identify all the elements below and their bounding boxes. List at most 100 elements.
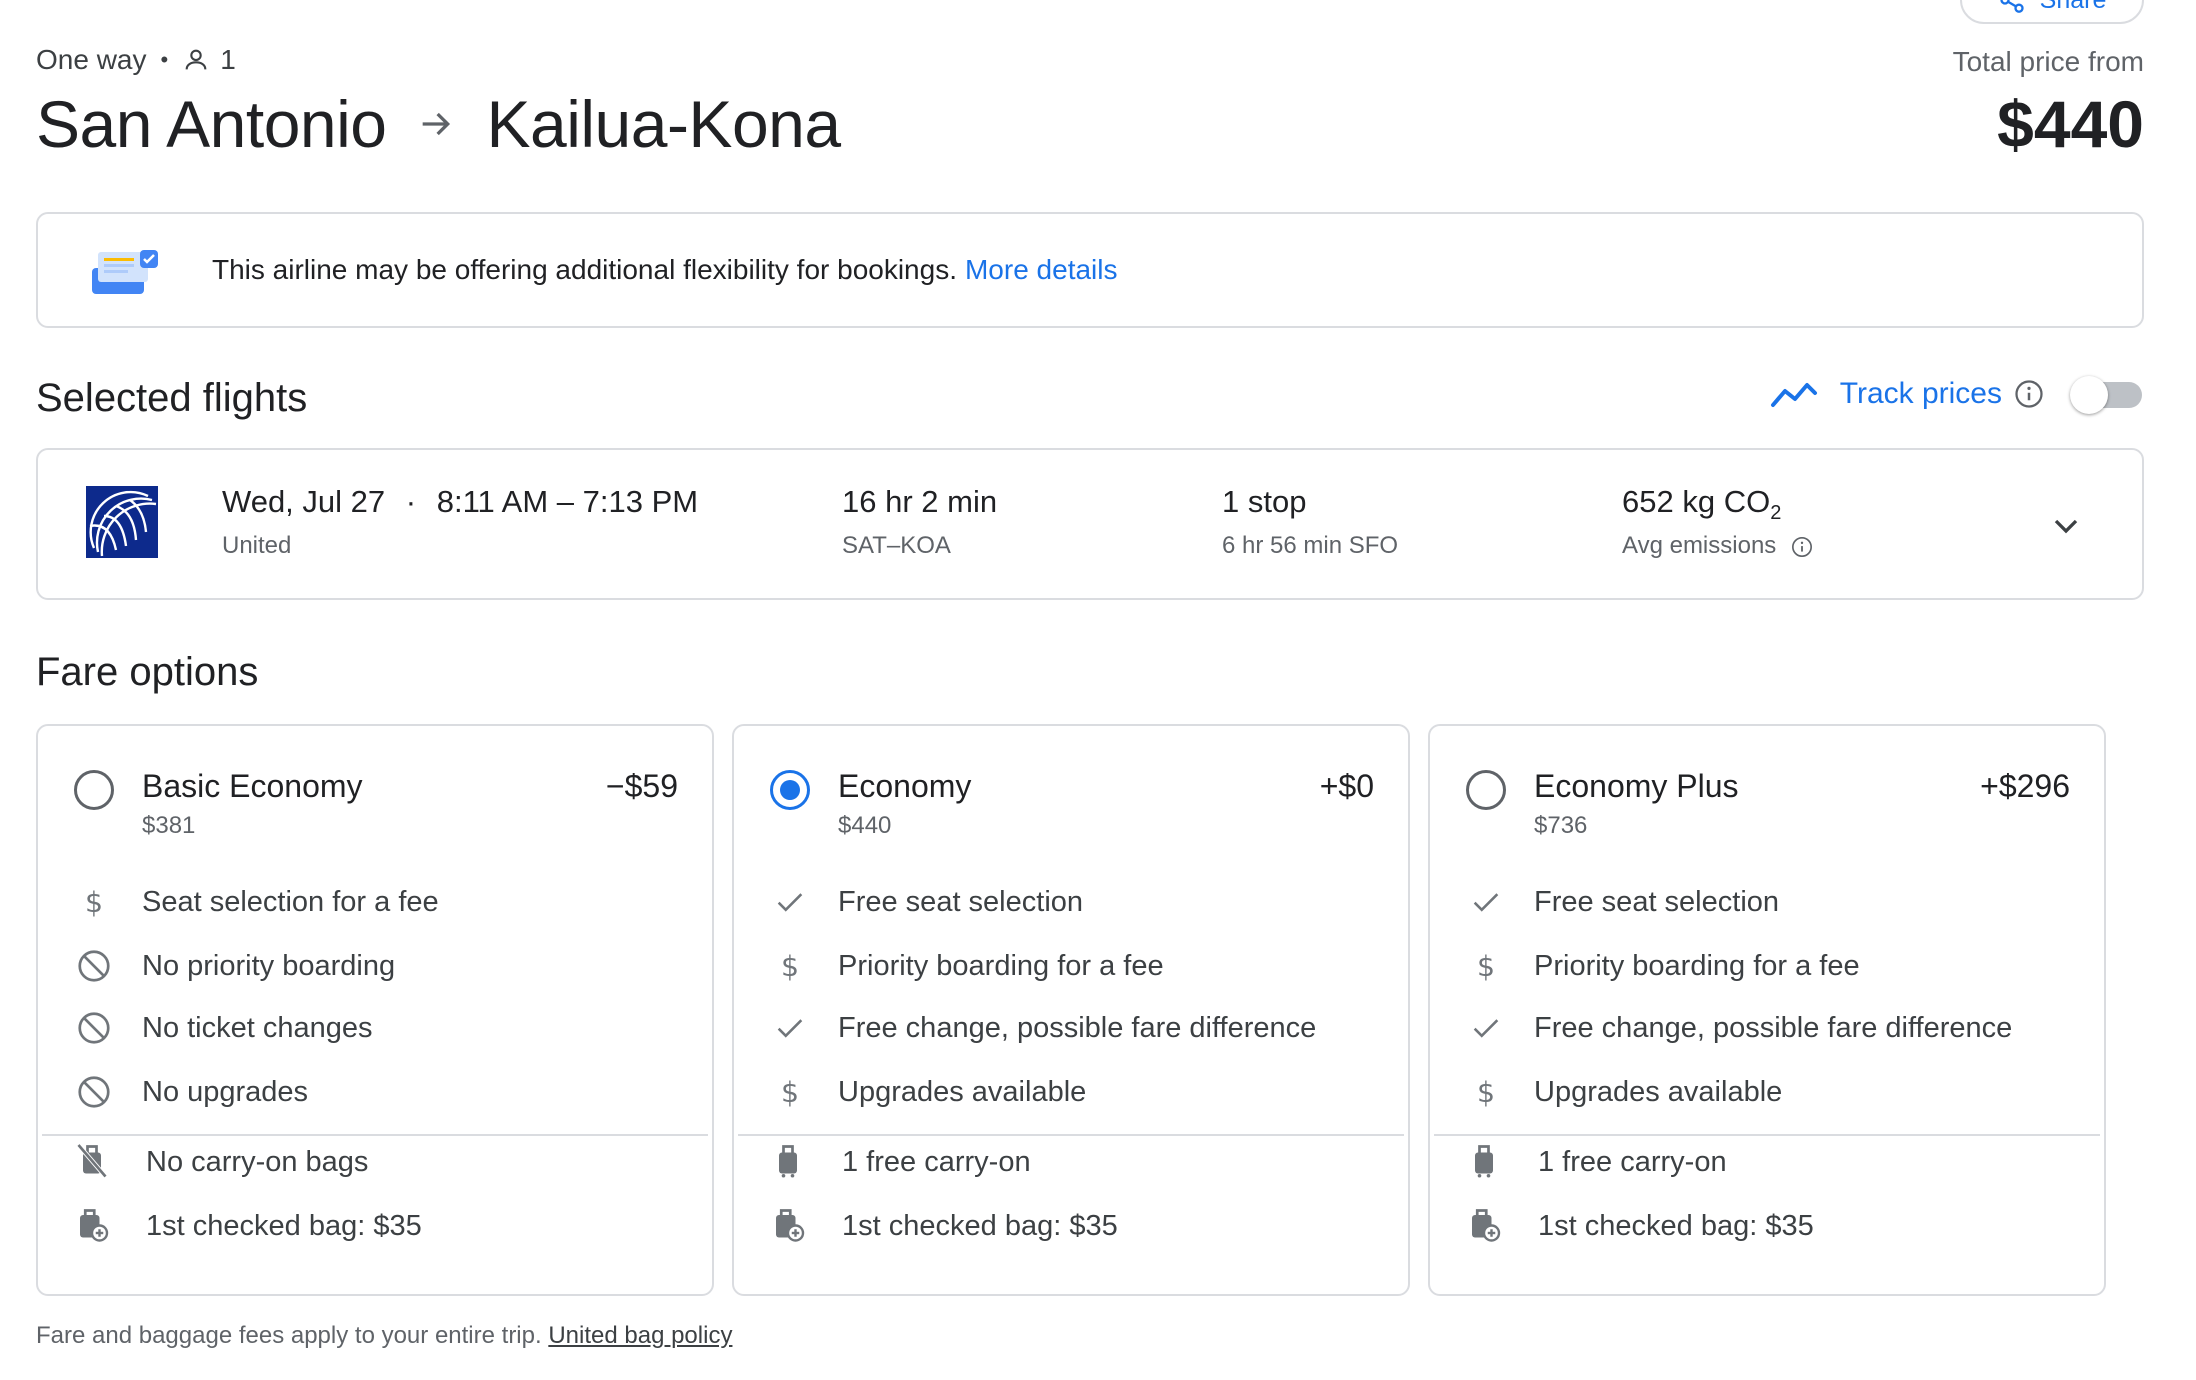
footer-note: Fare and baggage fees apply to your enti…: [36, 1322, 732, 1350]
footer-text: Fare and baggage fees apply to your enti…: [36, 1322, 542, 1349]
fare-radio[interactable]: [74, 770, 114, 810]
fare-options-heading: Fare options: [36, 650, 259, 694]
info-icon[interactable]: [2014, 379, 2044, 409]
dollar-icon: $: [770, 946, 810, 986]
separator-dot: •: [160, 47, 169, 72]
dollar-icon: $: [770, 1072, 810, 1112]
flexibility-banner: This airline may be offering additional …: [36, 212, 2144, 328]
fare-feature: Free seat selection: [1466, 882, 1779, 922]
fare-name: Economy Plus: [1534, 768, 1739, 804]
fare-feature: $ Upgrades available: [1466, 1072, 1782, 1112]
fare-feature-text: Free seat selection: [1534, 885, 1780, 918]
fare-feature-text: Upgrades available: [838, 1075, 1087, 1108]
fare-radio[interactable]: [770, 770, 810, 810]
airline-name: United: [222, 532, 292, 559]
baggage-text: 1 free carry-on: [842, 1145, 1031, 1178]
route-title: San Antonio Kailua-Kona: [36, 86, 841, 162]
destination-city: Kailua-Kona: [486, 87, 841, 161]
bag-policy-link[interactable]: United bag policy: [548, 1322, 732, 1349]
fare-feature-text: No ticket changes: [142, 1011, 373, 1044]
baggage-item: 1 free carry-on: [770, 1142, 1031, 1182]
fare-feature: $ Priority boarding for a fee: [770, 946, 1164, 986]
selected-flights-heading: Selected flights: [36, 376, 308, 420]
fare-price-difference: +$0: [1319, 768, 1374, 804]
carry-on-icon: [770, 1142, 810, 1182]
fare-feature-text: Priority boarding for a fee: [838, 949, 1164, 982]
emissions-label-wrap: Avg emissions: [1622, 532, 1813, 560]
flight-date: Wed, Jul 27: [222, 484, 386, 519]
check-icon: [770, 882, 810, 922]
fare-feature: $ Seat selection for a fee: [74, 882, 439, 922]
united-logo-icon: [86, 486, 158, 558]
baggage-text: 1 free carry-on: [1538, 1145, 1727, 1178]
baggage-item: 1 free carry-on: [1466, 1142, 1727, 1182]
fare-feature: $ Priority boarding for a fee: [1466, 946, 1860, 986]
divider: [1434, 1134, 2100, 1136]
fare-feature-text: No priority boarding: [142, 949, 396, 982]
share-label: Share: [2040, 0, 2107, 15]
fare-name: Basic Economy: [142, 768, 363, 804]
check-icon: [1466, 1008, 1506, 1048]
fare-feature: No upgrades: [74, 1072, 308, 1112]
baggage-text: 1st checked bag: $35: [1538, 1209, 1814, 1242]
check-icon: [770, 1008, 810, 1048]
checked-bag-icon: [770, 1206, 810, 1246]
fare-price: $440: [838, 812, 892, 839]
fare-feature: Free seat selection: [770, 882, 1083, 922]
dollar-icon: $: [1466, 1072, 1506, 1112]
arrow-right-icon: [423, 112, 451, 136]
fare-price-difference: +$296: [1980, 768, 2070, 804]
track-prices-label[interactable]: Track prices: [1840, 377, 2002, 411]
check-icon: [1466, 882, 1506, 922]
baggage-text: No carry-on bags: [146, 1145, 369, 1178]
fare-card[interactable]: Economy $440 +$0 Free seat selection $ Pri…: [732, 724, 1410, 1296]
svg-text:$: $: [1477, 950, 1495, 983]
divider: [738, 1134, 1404, 1136]
person-icon: [185, 49, 207, 70]
fare-feature-text: Priority boarding for a fee: [1534, 949, 1860, 982]
share-icon: [1999, 0, 2024, 13]
share-button[interactable]: Share: [1960, 0, 2144, 24]
total-price: $440: [1997, 87, 2144, 161]
checked-bag-icon: [1466, 1206, 1506, 1246]
fare-card[interactable]: Basic Economy $381 −$59 $ Seat selection f…: [36, 724, 714, 1296]
fare-feature: No ticket changes: [74, 1008, 373, 1048]
block-icon: [74, 1072, 114, 1112]
fare-card[interactable]: Economy Plus $736 +$296 Free seat selectio…: [1428, 724, 2106, 1296]
ticket-flex-icon: [92, 250, 158, 294]
baggage-item: 1st checked bag: $35: [1466, 1206, 1814, 1246]
trending-up-icon: [1770, 383, 1817, 407]
fare-price-difference: −$59: [605, 768, 678, 804]
fare-radio[interactable]: [1466, 770, 1506, 810]
more-details-link[interactable]: More details: [965, 254, 1118, 285]
emissions-subscript: 2: [1770, 502, 1782, 525]
fare-feature: No priority boarding: [74, 946, 395, 986]
trip-type: One way: [36, 44, 147, 75]
passenger-count: 1: [220, 44, 236, 75]
fare-feature-text: Upgrades available: [1534, 1075, 1783, 1108]
fare-feature-text: Free change, possible fare difference: [1534, 1011, 2013, 1044]
toggle-knob: [2070, 376, 2108, 414]
block-icon: [74, 1008, 114, 1048]
svg-text:$: $: [781, 950, 799, 983]
flight-date-times: Wed, Jul 27 · 8:11 AM – 7:13 PM: [222, 484, 698, 520]
baggage-text: 1st checked bag: $35: [146, 1209, 422, 1242]
flight-duration: 16 hr 2 min: [842, 484, 998, 519]
no-carry-on-icon: [74, 1142, 114, 1182]
flight-card[interactable]: Wed, Jul 27 · 8:11 AM – 7:13 PM United 1…: [36, 448, 2144, 600]
flight-route: SAT–KOA: [842, 532, 951, 559]
track-prices: Track prices: [1770, 376, 2144, 414]
svg-text:$: $: [85, 886, 103, 919]
carry-on-icon: [1466, 1142, 1506, 1182]
svg-text:$: $: [1477, 1076, 1495, 1109]
chevron-down-icon[interactable]: [2046, 506, 2086, 546]
info-icon[interactable]: [1791, 536, 1813, 558]
emissions-amount: 652 kg CO: [1622, 484, 1771, 519]
fare-feature: Free change, possible fare difference: [770, 1008, 1316, 1048]
track-prices-toggle[interactable]: [2070, 376, 2144, 414]
fare-feature-text: Free seat selection: [838, 885, 1084, 918]
separator-dot: ·: [405, 484, 417, 519]
fare-feature-text: Free change, possible fare difference: [838, 1011, 1317, 1044]
dollar-icon: $: [1466, 946, 1506, 986]
fare-feature-text: No upgrades: [142, 1075, 309, 1108]
